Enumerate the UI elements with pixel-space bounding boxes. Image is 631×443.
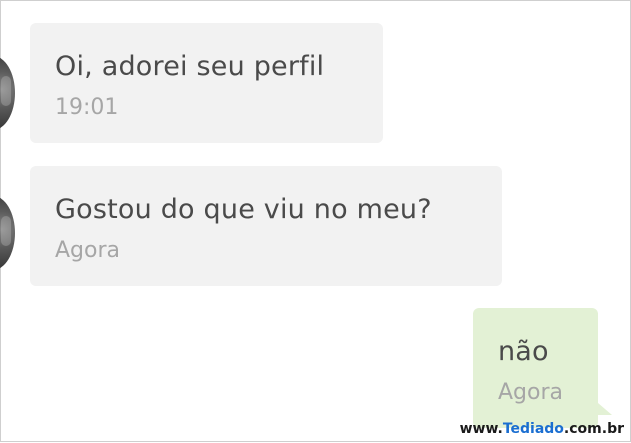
incoming-message-bubble[interactable]: Gostou do que viu no meu? Agora [30,166,502,286]
message-timestamp: 19:01 [55,95,119,120]
message-timestamp: Agora [55,238,121,263]
message-text: Gostou do que viu no meu? [55,194,432,225]
watermark-brand: Tediado [502,421,564,437]
contact-avatar[interactable] [0,56,15,130]
outgoing-bubble-tail [598,403,612,415]
message-text: não [498,336,549,367]
contact-avatar[interactable] [0,196,15,270]
incoming-message-bubble[interactable]: Oi, adorei seu perfil 19:01 [30,23,383,143]
chat-conversation: Oi, adorei seu perfil 19:01 Gostou do qu… [0,1,631,443]
watermark-prefix: www. [459,421,503,437]
outgoing-message-bubble[interactable]: não Agora [473,308,598,428]
message-timestamp: Agora [498,380,564,405]
message-text: Oi, adorei seu perfil [55,51,325,82]
site-watermark: www.Tediado.com.br [460,421,624,437]
watermark-suffix: .com.br [563,421,624,437]
